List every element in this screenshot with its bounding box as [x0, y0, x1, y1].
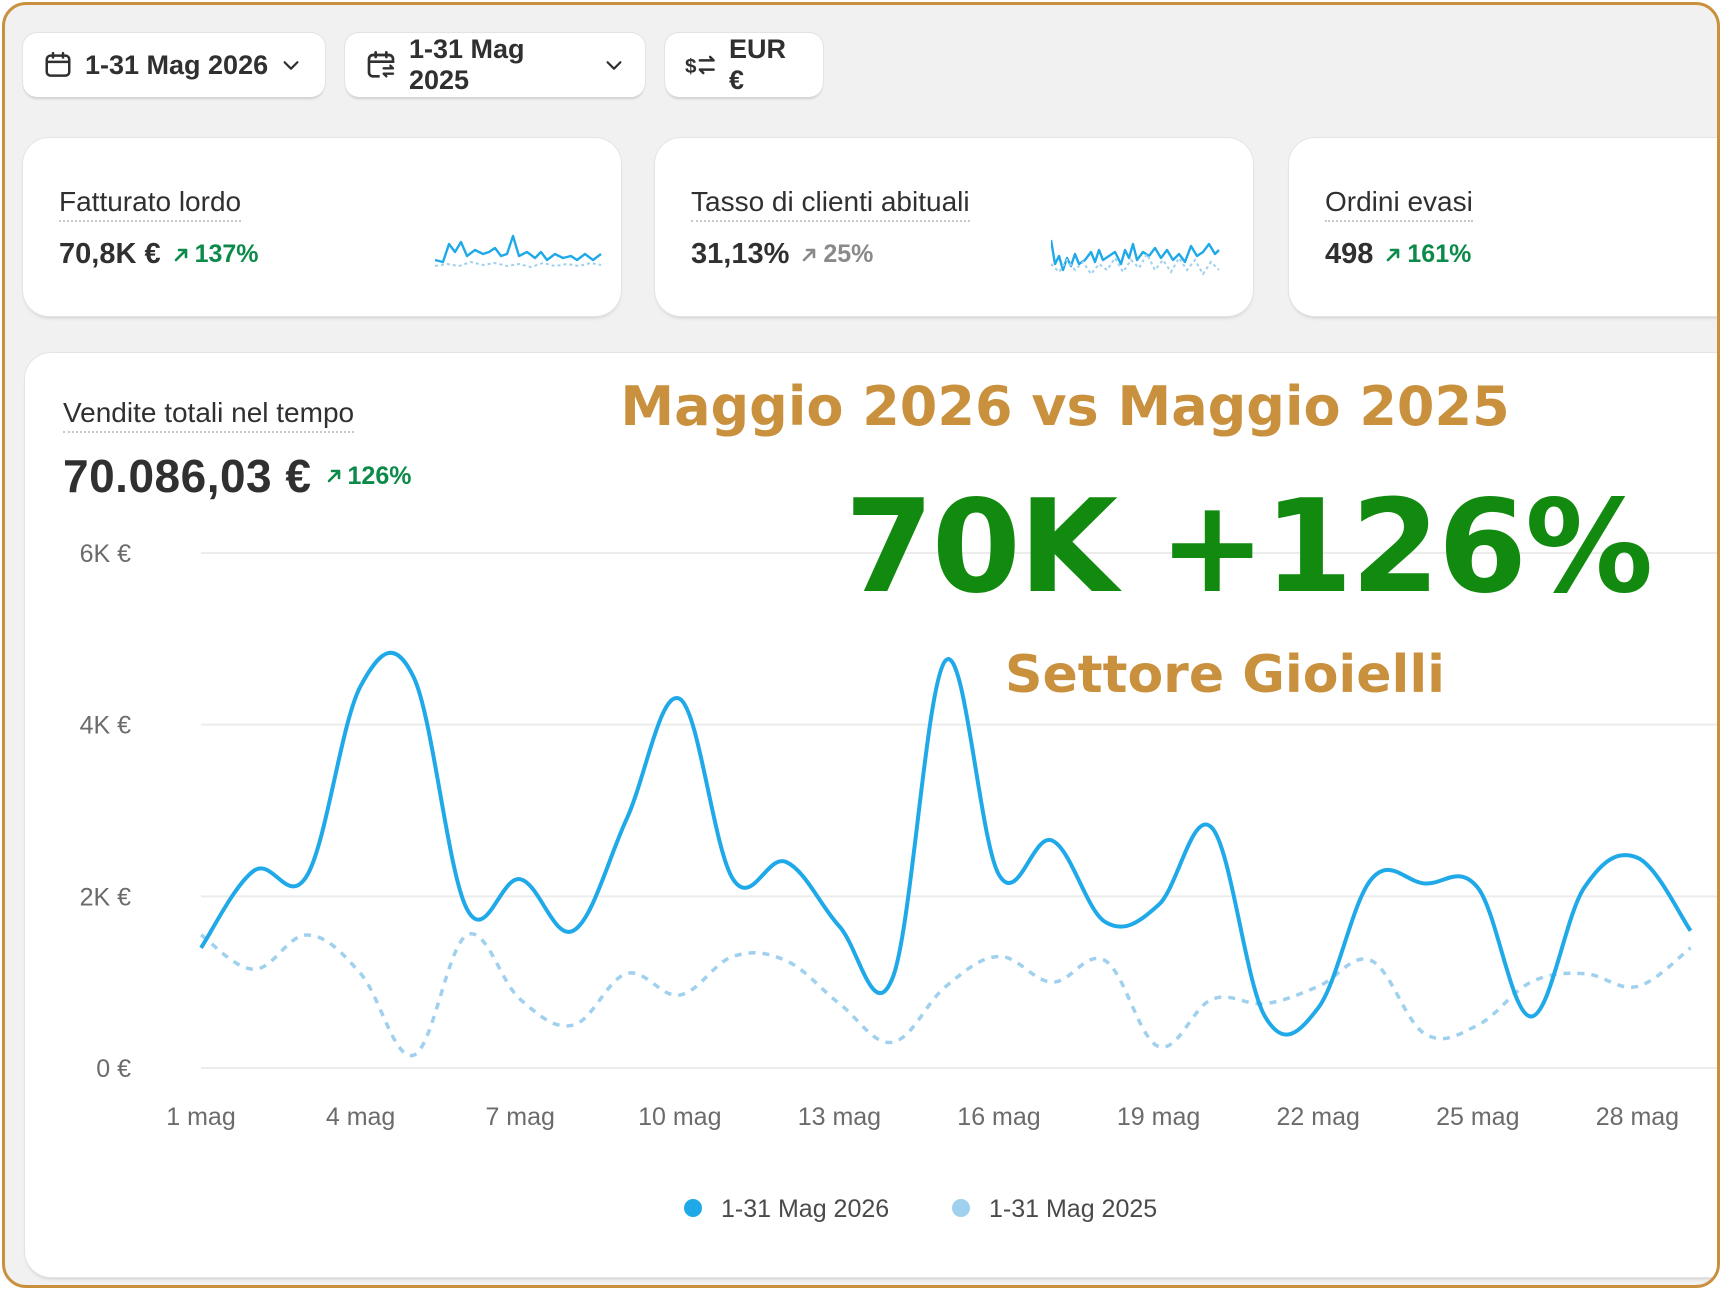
x-tick-label: 13 mag: [798, 1103, 881, 1131]
x-tick-label: 22 mag: [1277, 1103, 1360, 1131]
legend-dot: [952, 1199, 970, 1217]
x-tick-label: 19 mag: [1117, 1103, 1200, 1131]
overlay-big-number: 70K +126%: [844, 473, 1654, 622]
x-tick-label: 25 mag: [1436, 1103, 1519, 1131]
x-tick-label: 1 mag: [166, 1103, 235, 1131]
x-tick-label: 4 mag: [326, 1103, 395, 1131]
x-tick-label: 16 mag: [957, 1103, 1040, 1131]
overlay-headline: Maggio 2026 vs Maggio 2025: [620, 375, 1510, 438]
series-line-previous: [199, 932, 1692, 1058]
y-tick-label: 6K €: [80, 540, 132, 568]
series-line-current: [199, 650, 1693, 1037]
y-tick-label: 2K €: [80, 883, 132, 911]
y-tick-label: 4K €: [80, 712, 132, 740]
sales-line-chart: 0 € 2K € 4K € 6K € 1 mag 4 mag 7 mag 10 mag 13 m…: [80, 540, 1717, 1223]
app-frame: 1-31 Mag 2026 1-31 Mag 2025 $ EUR € Fatt…: [2, 2, 1720, 1288]
y-tick-label: 0 €: [96, 1055, 131, 1083]
legend-label[interactable]: 1-31 Mag 2026: [721, 1195, 889, 1223]
legend-dot: [684, 1199, 702, 1217]
x-tick-label: 7 mag: [485, 1103, 554, 1131]
overlay-subtitle: Settore Gioielli: [1005, 645, 1445, 705]
x-tick-label: 28 mag: [1596, 1103, 1679, 1131]
x-tick-label: 10 mag: [638, 1103, 721, 1131]
legend-label[interactable]: 1-31 Mag 2025: [989, 1195, 1157, 1223]
